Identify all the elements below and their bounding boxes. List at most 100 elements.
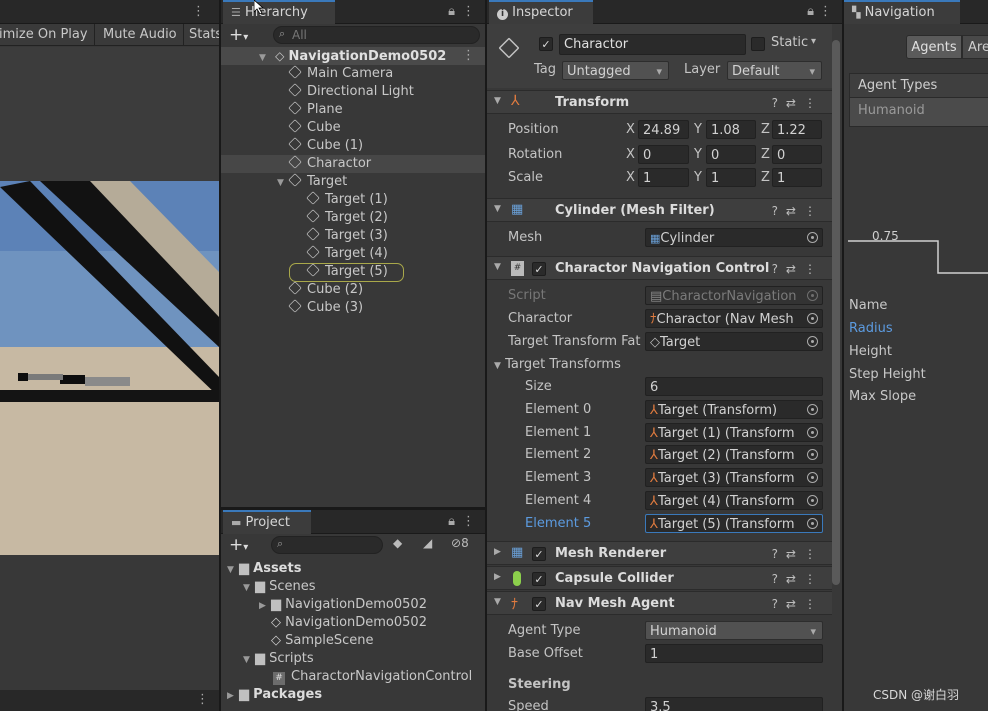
component-enabled-checkbox[interactable]: ✓ [532, 597, 546, 611]
project-item-charactornavigationcontrol[interactable]: # CharactorNavigationControl [221, 668, 485, 686]
hierarchy-item-target-5[interactable]: Target (5) [221, 263, 485, 282]
hidden-packages-icon[interactable]: ⊘8 [451, 536, 469, 550]
scale-z-input[interactable]: 1 [772, 168, 822, 187]
kebab-menu-icon[interactable]: ⋮ [196, 692, 209, 707]
hierarchy-item-target-1[interactable]: Target (1) [221, 191, 485, 209]
lock-icon[interactable]: 🔒︎ [448, 510, 459, 534]
element-5-field[interactable]: ⅄Target (5) (Transform [645, 514, 823, 533]
element-0-field[interactable]: ⅄Target (Transform) [645, 400, 823, 419]
object-picker-icon[interactable] [807, 449, 818, 460]
hierarchy-item-directional-light[interactable]: Directional Light [221, 83, 485, 101]
mute-audio-toggle[interactable]: Mute Audio [103, 24, 184, 46]
mesh-object-field[interactable]: ▦Cylinder [645, 228, 823, 247]
hierarchy-item-target-4[interactable]: Target (4) [221, 245, 485, 263]
expand-arrow-icon[interactable]: ▶ [494, 572, 501, 582]
hierarchy-item-main-camera[interactable]: Main Camera [221, 65, 485, 83]
stats-toggle[interactable]: Stats [189, 24, 219, 46]
object-picker-icon[interactable] [807, 518, 818, 529]
nav-mesh-agent-header[interactable]: ▼ ﾅ ✓ Nav Mesh Agent ?⇄⋮ [487, 591, 832, 615]
position-z-input[interactable]: 1.22 [772, 120, 822, 139]
expand-arrow-icon[interactable]: ▼ [227, 561, 239, 579]
rotation-z-input[interactable]: 0 [772, 145, 822, 164]
layer-dropdown[interactable]: Default [727, 61, 822, 80]
target-transforms-foldout[interactable]: ▼ Target Transforms [494, 357, 621, 372]
scale-y-input[interactable]: 1 [706, 168, 756, 187]
expand-arrow-icon[interactable]: ▶ [494, 547, 501, 557]
filter-by-type-icon[interactable]: ◆ [393, 536, 402, 550]
object-picker-icon[interactable] [807, 495, 818, 506]
element-3-field[interactable]: ⅄Target (3) (Transform [645, 468, 823, 487]
hierarchy-item-target-3[interactable]: Target (3) [221, 227, 485, 245]
target-transform-field[interactable]: ◇Target [645, 332, 823, 351]
tag-dropdown[interactable]: Untagged [562, 61, 669, 80]
project-search-field[interactable]: ⌕ [271, 536, 383, 554]
lock-icon[interactable]: 🔒︎ [448, 0, 459, 24]
hierarchy-item-cube-2[interactable]: Cube (2) [221, 281, 485, 299]
charactor-object-field[interactable]: ﾅCharactor (Nav Mesh [645, 309, 823, 328]
tab-hierarchy[interactable]: ☰ Hierarchy [223, 0, 335, 24]
component-header-icons[interactable]: ?⇄⋮ [772, 257, 824, 281]
object-active-checkbox[interactable]: ✓ [539, 37, 553, 51]
tab-inspector[interactable]: i Inspector [489, 0, 593, 24]
base-offset-input[interactable]: 1 [645, 644, 823, 663]
object-picker-icon[interactable] [807, 313, 818, 324]
position-x-input[interactable]: 24.89 [638, 120, 689, 139]
rotation-y-input[interactable]: 0 [706, 145, 756, 164]
add-object-button[interactable]: +▾ [229, 25, 248, 45]
component-header-icons[interactable]: ?⇄⋮ [772, 199, 824, 223]
element-1-field[interactable]: ⅄Target (1) (Transform [645, 423, 823, 442]
scale-x-input[interactable]: 1 [638, 168, 689, 187]
static-dropdown[interactable]: Static [771, 35, 808, 50]
inspector-scrollbar[interactable] [832, 40, 840, 585]
kebab-menu-icon[interactable]: ⋮ [462, 0, 479, 24]
object-picker-icon[interactable] [807, 472, 818, 483]
object-picker-icon[interactable] [807, 427, 818, 438]
maximize-on-play-toggle[interactable]: imize On Play [0, 24, 95, 46]
filter-by-label-icon[interactable]: ◢ [423, 536, 432, 550]
scene-row[interactable]: ▼ ◇ NavigationDemo0502 ⋮ [221, 47, 485, 65]
hierarchy-search-field[interactable]: ⌕ All [273, 26, 480, 44]
create-asset-button[interactable]: +▾ [229, 535, 248, 555]
gameobject-cube-icon[interactable] [498, 37, 520, 59]
collapse-arrow-icon[interactable]: ▼ [494, 262, 501, 272]
expand-arrow-icon[interactable]: ▼ [243, 579, 255, 597]
component-header-icons[interactable]: ?⇄⋮ [772, 592, 824, 616]
agents-tab-button[interactable]: Agents [906, 35, 962, 59]
hierarchy-item-cube[interactable]: Cube [221, 119, 485, 137]
component-header-icons[interactable]: ?⇄⋮ [772, 567, 824, 591]
collapse-arrow-icon[interactable]: ▶ [259, 597, 271, 615]
project-item-navigationdemo-folder[interactable]: ▶ ▆ NavigationDemo0502 [221, 596, 485, 614]
project-item-assets[interactable]: ▼ ▆ Assets [221, 560, 485, 578]
tab-project[interactable]: ▬ Project [223, 510, 311, 534]
object-picker-icon[interactable] [807, 232, 818, 243]
object-picker-icon[interactable] [807, 336, 818, 347]
hierarchy-item-cube-3[interactable]: Cube (3) [221, 299, 485, 317]
areas-tab-button[interactable]: Are [962, 35, 988, 59]
position-y-input[interactable]: 1.08 [706, 120, 756, 139]
element-2-field[interactable]: ⅄Target (2) (Transform [645, 445, 823, 464]
project-item-packages[interactable]: ▶ ▆ Packages [221, 686, 485, 704]
component-header-icons[interactable]: ?⇄⋮ [772, 542, 824, 566]
component-enabled-checkbox[interactable]: ✓ [532, 572, 546, 586]
hierarchy-item-cube-1[interactable]: Cube (1) [221, 137, 485, 155]
collapse-arrow-icon[interactable]: ▼ [494, 96, 501, 106]
tab-navigation[interactable]: ▚ Navigation [844, 0, 960, 24]
lock-icon[interactable]: 🔒︎ [807, 0, 818, 24]
hierarchy-item-target[interactable]: ▼ Target [221, 173, 485, 191]
size-input[interactable]: 6 [645, 377, 823, 396]
mesh-renderer-header[interactable]: ▶ ▦ ✓ Mesh Renderer ?⇄⋮ [487, 541, 832, 565]
project-item-scripts[interactable]: ▼ ▆ Scripts [221, 650, 485, 668]
component-enabled-checkbox[interactable]: ✓ [532, 547, 546, 561]
prop-radius[interactable]: Radius [849, 321, 893, 336]
hierarchy-item-charactor[interactable]: Charactor [221, 155, 485, 173]
component-header-icons[interactable]: ?⇄⋮ [772, 91, 824, 115]
element-4-field[interactable]: ⅄Target (4) (Transform [645, 491, 823, 510]
expand-arrow-icon[interactable]: ▼ [277, 174, 289, 192]
speed-input[interactable]: 3.5 [645, 697, 823, 711]
nav-control-header[interactable]: ▼ # ✓ Charactor Navigation Control ?⇄⋮ [487, 256, 832, 280]
object-picker-icon[interactable] [807, 404, 818, 415]
collapse-arrow-icon[interactable]: ▼ [494, 597, 501, 607]
component-enabled-checkbox[interactable]: ✓ [532, 262, 546, 276]
kebab-menu-icon[interactable]: ⋮ [819, 0, 836, 24]
static-checkbox[interactable] [751, 37, 765, 51]
